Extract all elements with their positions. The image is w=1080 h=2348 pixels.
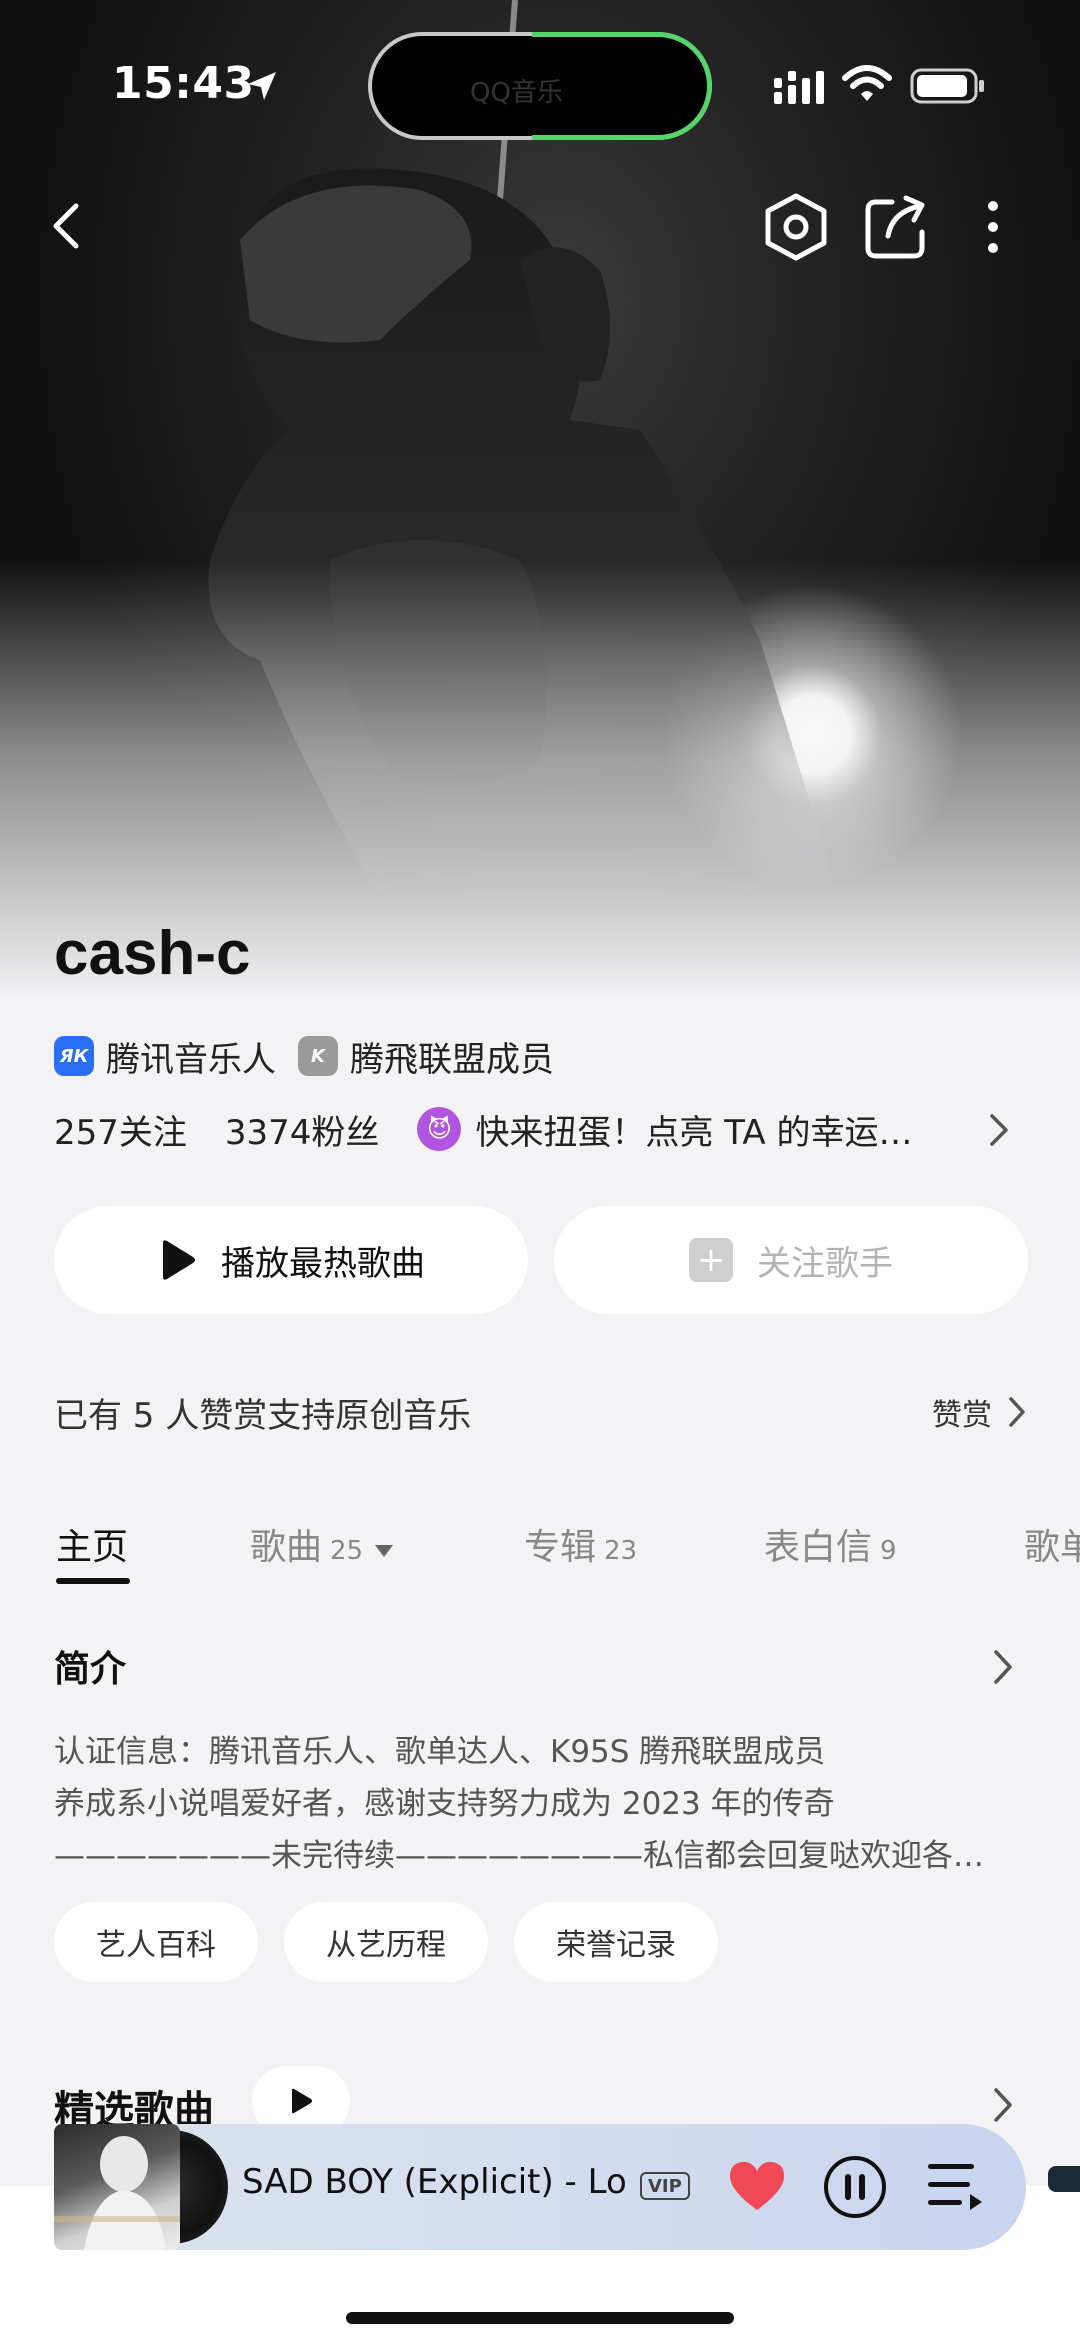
intro-line: 养成系小说唱爱好者，感谢支持努力成为 2023 年的传奇 (54, 1786, 835, 1822)
followers-count[interactable]: 3374粉丝 (225, 1105, 380, 1154)
album-art (54, 2136, 180, 2250)
playlist-queue-button[interactable] (926, 2158, 984, 2212)
tab-home[interactable]: 主页 (56, 1518, 128, 1570)
hexagon-settings-button[interactable] (762, 192, 830, 262)
dropdown-triangle-icon[interactable] (373, 1543, 395, 1559)
tab-label: 主页 (56, 1527, 129, 1568)
alliance-icon: K (298, 1036, 338, 1076)
chevron-right-icon[interactable] (990, 1646, 1016, 1688)
status-time: 15:43 (112, 58, 255, 109)
intro-section-title: 简介 (54, 1649, 127, 1690)
chip-artist-encyclopedia[interactable]: 艺人百科 (54, 1902, 258, 1982)
artist-badges: ЯК 腾讯音乐人 K 腾飛联盟成员 (54, 1032, 576, 1081)
follow-artist-button[interactable]: + 关注歌手 (554, 1206, 1028, 1314)
island-app-label: QQ音乐 (470, 78, 563, 108)
tab-label: 歌单 (1024, 1527, 1080, 1568)
now-playing-title[interactable]: SAD BOY (Explicit) - Lo (242, 2162, 628, 2202)
intro-line: ———————未完待续————————私信都会回复哒欢迎各位交… (54, 1838, 1014, 1874)
like-button[interactable] (726, 2158, 788, 2214)
tab-songs[interactable]: 歌曲 25 (250, 1518, 395, 1570)
tencent-musician-icon: ЯК (54, 1036, 94, 1076)
reward-row[interactable]: 已有 5 人赞赏支持原创音乐 赞赏 (54, 1384, 1028, 1436)
chevron-right-icon (1009, 1397, 1025, 1427)
tab-bar: 主页 歌曲 25 专辑 23 表白信 9 歌单 (0, 1512, 1080, 1586)
badge-label: 腾飛联盟成员 (350, 1039, 554, 1080)
plus-icon: + (689, 1238, 733, 1282)
following-count[interactable]: 257关注 (54, 1105, 187, 1154)
side-edge-tab[interactable] (1048, 2166, 1080, 2192)
share-button[interactable] (862, 192, 930, 262)
tab-count: 9 (880, 1536, 897, 1566)
gacha-promo-text[interactable]: 快来扭蛋！点亮 TA 的幸运… (475, 1105, 953, 1154)
tab-label: 专辑 (524, 1527, 597, 1568)
intro-chips: 艺人百科 从艺历程 荣誉记录 (54, 1902, 744, 1982)
cellular-signal-icon (774, 71, 824, 104)
artist-name: cash-c (54, 919, 251, 988)
location-arrow-icon (248, 72, 276, 100)
pause-button[interactable] (822, 2154, 888, 2220)
chevron-right-icon[interactable] (990, 2084, 1016, 2126)
battery-icon (910, 68, 984, 104)
home-indicator[interactable] (346, 2312, 734, 2324)
tab-playlists[interactable]: 歌单 (1024, 1518, 1080, 1570)
follow-artist-label: 关注歌手 (757, 1243, 893, 1284)
reward-summary: 已有 5 人赞赏支持原创音乐 (54, 1396, 472, 1436)
artist-hero-image (0, 0, 1080, 1000)
play-icon (163, 1240, 195, 1280)
intro-line: 认证信息：腾讯音乐人、歌单达人、K95S 腾飛联盟成员 (54, 1734, 826, 1770)
artist-stats: 257关注 3374粉丝 😈 快来扭蛋！点亮 TA 的幸运… (54, 1105, 1034, 1154)
play-hot-songs-button[interactable]: 播放最热歌曲 (54, 1206, 528, 1314)
chip-honors[interactable]: 荣誉记录 (514, 1902, 718, 1982)
badge-label: 腾讯音乐人 (106, 1039, 276, 1080)
badge-alliance-member[interactable]: K 腾飛联盟成员 (298, 1032, 554, 1081)
chip-career-history[interactable]: 从艺历程 (284, 1902, 488, 1982)
more-options-button[interactable] (970, 196, 1016, 258)
play-hot-songs-label: 播放最热歌曲 (221, 1243, 425, 1284)
play-icon (292, 2088, 312, 2114)
tab-label: 表白信 (764, 1527, 873, 1568)
chevron-right-icon[interactable] (986, 1110, 1012, 1150)
tab-count: 25 (330, 1536, 364, 1566)
badge-tencent-musician[interactable]: ЯК 腾讯音乐人 (54, 1032, 276, 1081)
tab-label: 歌曲 (250, 1527, 323, 1568)
wifi-icon (842, 65, 892, 101)
tab-albums[interactable]: 专辑 23 (524, 1518, 637, 1570)
tab-love-letters[interactable]: 表白信 9 (764, 1518, 897, 1570)
album-cover[interactable] (54, 2124, 180, 2250)
tab-active-indicator (56, 1578, 130, 1584)
vip-badge: VIP (640, 2172, 690, 2200)
back-button[interactable] (38, 196, 94, 256)
reward-link-label: 赞赏 (932, 1398, 992, 1433)
reward-link[interactable]: 赞赏 (932, 1390, 1028, 1434)
intro-text[interactable]: 认证信息：腾讯音乐人、歌单达人、K95S 腾飛联盟成员 养成系小说唱爱好者，感谢… (54, 1726, 1014, 1882)
devil-emoji-icon: 😈 (417, 1107, 462, 1151)
tab-count: 23 (604, 1536, 638, 1566)
